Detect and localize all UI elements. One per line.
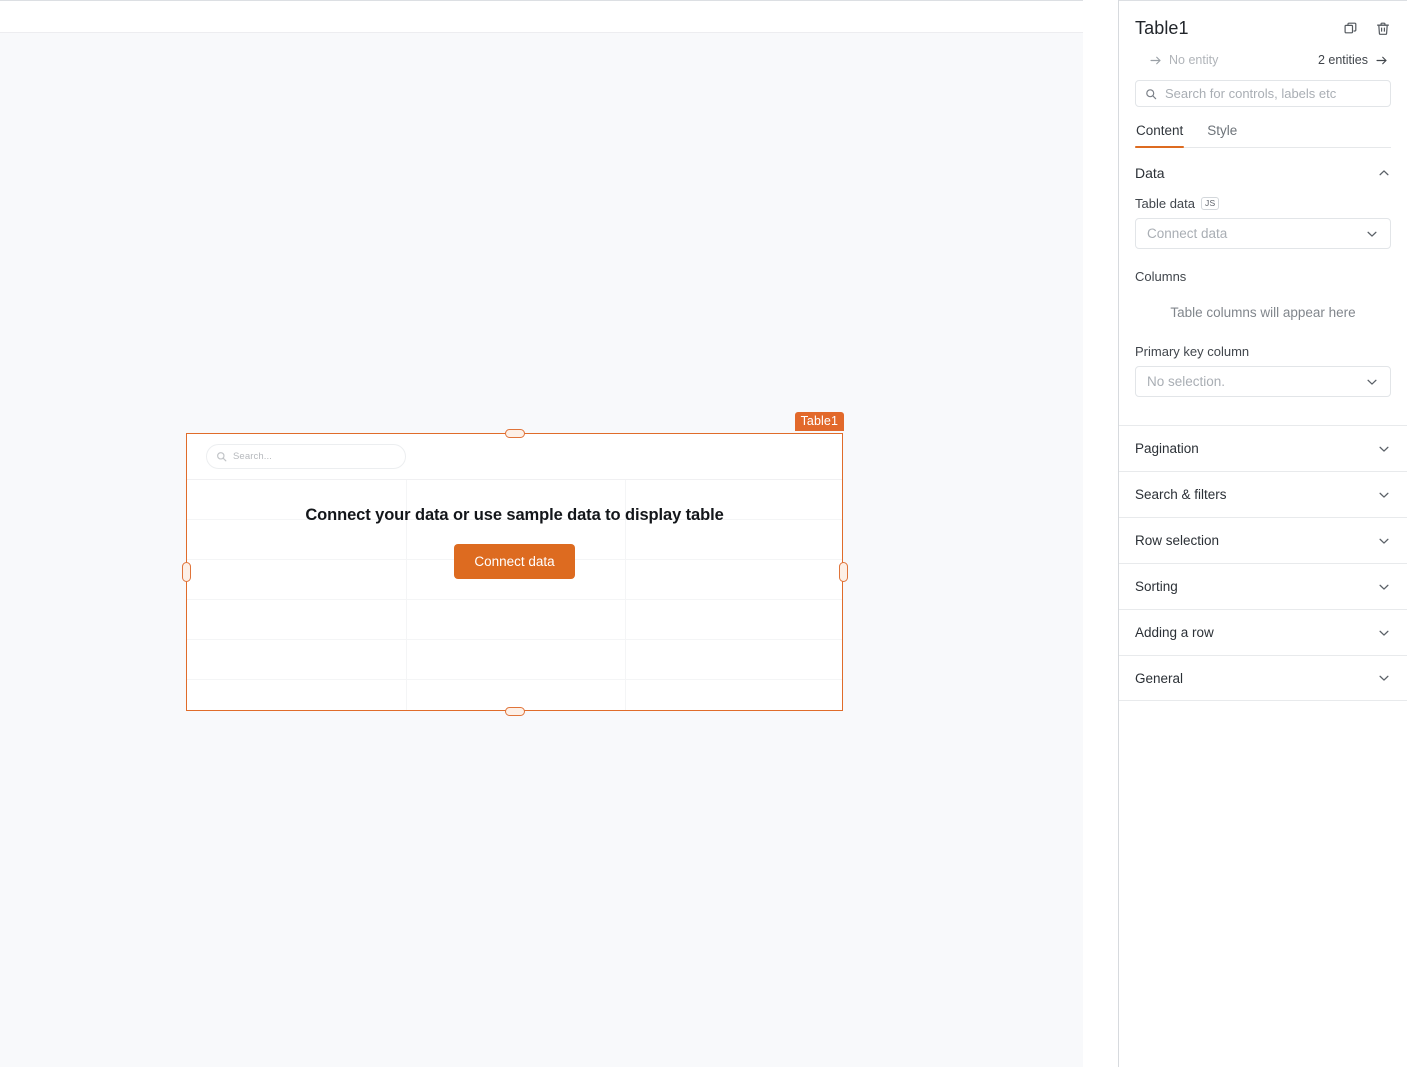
table-data-select[interactable]: Connect data bbox=[1135, 218, 1391, 249]
panel-search[interactable] bbox=[1135, 80, 1391, 107]
section-adding-a-row[interactable]: Adding a row bbox=[1119, 609, 1407, 655]
copy-icon bbox=[1343, 22, 1356, 33]
panel-header-actions bbox=[1342, 20, 1391, 37]
section-data-header[interactable]: Data bbox=[1135, 165, 1391, 181]
delete-button[interactable] bbox=[1374, 20, 1391, 37]
section-data-title: Data bbox=[1135, 165, 1165, 181]
section-label: General bbox=[1135, 670, 1184, 686]
resize-handle-right[interactable] bbox=[838, 562, 848, 582]
columns-label: Columns bbox=[1135, 269, 1187, 284]
section-row-selection[interactable]: Row selection bbox=[1119, 517, 1407, 563]
chevron-up-icon bbox=[1379, 170, 1389, 176]
arrow-right-icon bbox=[1376, 56, 1387, 64]
columns-empty-text: Table columns will appear here bbox=[1170, 305, 1356, 320]
section-data: Data Table data JS Connect data Columns … bbox=[1135, 148, 1391, 397]
section-label: Pagination bbox=[1135, 441, 1199, 456]
property-panel: Table1 No entity 2 entities Search for c… bbox=[1119, 0, 1407, 1067]
page-title: Table1 bbox=[1135, 18, 1189, 38]
resize-handle-top[interactable] bbox=[504, 428, 525, 438]
section-sorting[interactable]: Sorting bbox=[1119, 563, 1407, 609]
chevron-down-icon bbox=[1379, 538, 1389, 544]
resize-handle-left[interactable] bbox=[181, 562, 191, 582]
tab-style[interactable]: Style bbox=[1206, 121, 1238, 147]
chevron-down-icon bbox=[1379, 492, 1389, 498]
table-toolbar: Search... bbox=[187, 434, 842, 480]
canvas-right-gutter bbox=[1083, 0, 1118, 1067]
chevron-down-icon bbox=[1367, 231, 1377, 237]
table-data-value: Connect data bbox=[1147, 226, 1228, 241]
primary-key-value: No selection. bbox=[1147, 374, 1226, 389]
arrow-right-icon bbox=[1150, 56, 1161, 64]
duplicate-button[interactable] bbox=[1342, 20, 1359, 37]
chevron-down-icon bbox=[1379, 446, 1389, 452]
chevron-down-icon bbox=[1379, 630, 1389, 636]
resize-handle-bottom[interactable] bbox=[504, 706, 525, 716]
table-column-divider bbox=[406, 480, 407, 710]
table-row bbox=[187, 480, 842, 520]
property-panel-inner: Table1 No entity 2 entities Search for c… bbox=[1119, 1, 1407, 397]
primary-key-label: Primary key column bbox=[1135, 344, 1250, 359]
canvas-area[interactable]: Table1 Search... Connect your data or us… bbox=[0, 0, 1119, 1067]
entity-count[interactable]: 2 entities bbox=[1318, 53, 1388, 67]
editor-root: Table1 Search... Connect your data or us… bbox=[0, 0, 1407, 1067]
table-widget[interactable]: Table1 Search... Connect your data or us… bbox=[181, 412, 848, 716]
chevron-down-icon bbox=[1379, 675, 1389, 681]
entity-current[interactable]: No entity bbox=[1149, 53, 1218, 67]
section-label: Adding a row bbox=[1135, 625, 1214, 640]
table-data-label: Table data bbox=[1135, 196, 1195, 211]
connect-data-button[interactable]: Connect data bbox=[454, 544, 575, 579]
section-label: Search & filters bbox=[1135, 487, 1227, 502]
entity-count-label: 2 entities bbox=[1317, 53, 1368, 67]
entity-current-label: No entity bbox=[1169, 53, 1219, 67]
table-search-box[interactable]: Search... bbox=[206, 444, 406, 469]
trash-icon bbox=[1376, 22, 1389, 35]
primary-key-select[interactable]: No selection. bbox=[1135, 366, 1391, 397]
table-row bbox=[187, 640, 842, 680]
search-icon bbox=[217, 452, 227, 462]
panel-tabs: Content Style bbox=[1135, 121, 1391, 148]
js-badge[interactable]: JS bbox=[1201, 197, 1220, 210]
table-column-divider bbox=[625, 480, 626, 710]
section-general[interactable]: General bbox=[1119, 655, 1407, 701]
widget-name-badge[interactable]: Table1 bbox=[794, 412, 844, 431]
field-table-data: Table data JS Connect data bbox=[1135, 196, 1391, 249]
section-search-filters[interactable]: Search & filters bbox=[1119, 471, 1407, 517]
search-icon bbox=[1146, 88, 1157, 99]
panel-sections-accordion: Pagination Search & filters Row selectio… bbox=[1119, 425, 1407, 701]
chevron-down-icon bbox=[1379, 584, 1389, 590]
entity-row: No entity 2 entities bbox=[1135, 51, 1391, 69]
table-search-placeholder: Search... bbox=[233, 451, 272, 462]
section-label: Row selection bbox=[1135, 533, 1220, 548]
panel-header: Table1 bbox=[1135, 1, 1391, 39]
table-row bbox=[187, 680, 842, 710]
search-input[interactable] bbox=[1165, 86, 1381, 101]
table-grid bbox=[187, 480, 842, 710]
table-row bbox=[187, 600, 842, 640]
section-pagination[interactable]: Pagination bbox=[1119, 425, 1407, 471]
section-label: Sorting bbox=[1135, 579, 1178, 594]
chevron-down-icon bbox=[1367, 379, 1377, 385]
canvas-top-strip bbox=[0, 0, 1083, 33]
table-data-label-row: Table data JS bbox=[1135, 196, 1391, 211]
tab-content[interactable]: Content bbox=[1135, 121, 1185, 148]
